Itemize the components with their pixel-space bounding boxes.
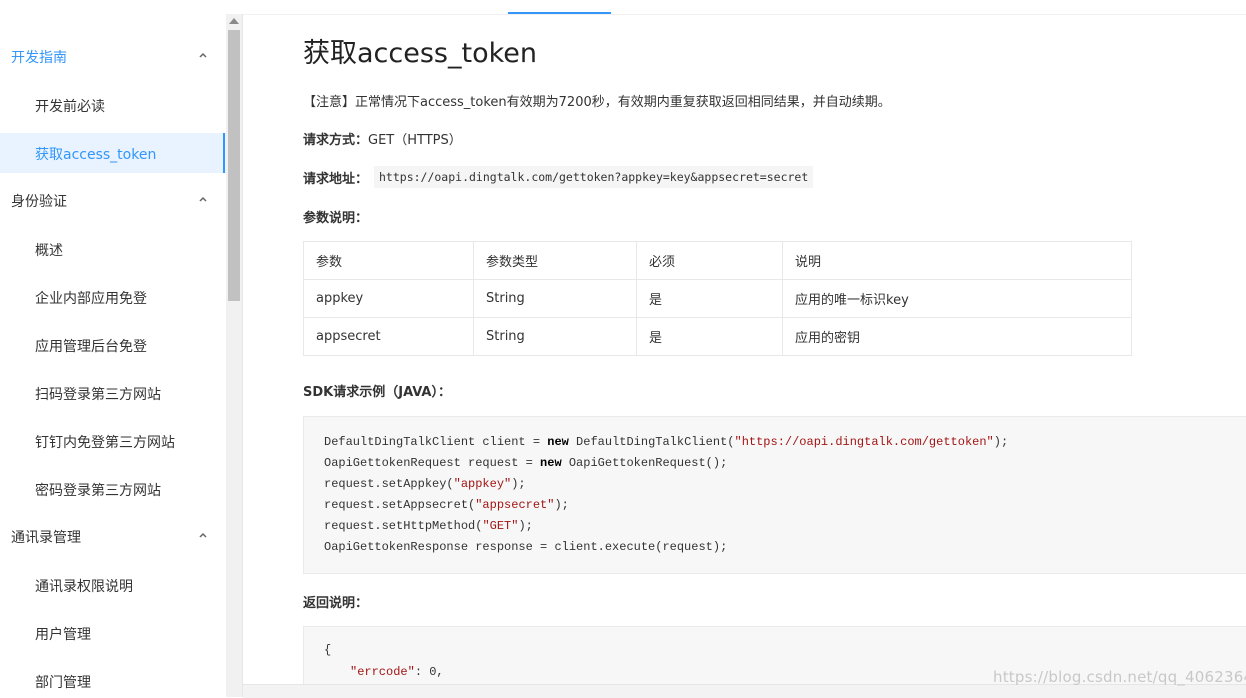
chevron-up-icon[interactable] [197, 193, 209, 205]
top-bar [0, 0, 1246, 15]
sidebar-item-label: 获取access_token [35, 147, 157, 163]
table-cell: 应用的唯一标识key [782, 279, 1132, 318]
sidebar-item-overview[interactable]: 概述 [0, 229, 226, 269]
horizontal-scrollbar[interactable] [243, 684, 1246, 698]
table-header-cell: 必须 [636, 241, 783, 280]
sidebar-item-get-access-token[interactable]: 获取access_token [0, 133, 226, 173]
sidebar-item-dingtalk-login[interactable]: 钉钉内免登第三方网站 [0, 421, 226, 461]
sidebar-group-auth[interactable]: 身份验证 [0, 177, 226, 225]
request-method-value: GET（HTTPS） [368, 133, 462, 148]
sidebar-group-contacts[interactable]: 通讯录管理 [0, 513, 226, 561]
params-label: 参数说明： [303, 211, 369, 226]
table-cell: String [473, 317, 637, 356]
params-heading: 参数说明： [303, 207, 368, 226]
table-header-cell: 说明 [782, 241, 1132, 280]
sidebar-item-label: 用户管理 [35, 627, 91, 643]
sidebar-item-label: 扫码登录第三方网站 [35, 387, 161, 403]
sidebar-group-label: 开发指南 [11, 50, 67, 66]
request-method-row: 请求方式：GET（HTTPS） [303, 129, 462, 148]
request-url-code: https://oapi.dingtalk.com/gettoken?appke… [374, 166, 814, 188]
code-line: { [324, 643, 332, 657]
chevron-up-icon[interactable] [197, 529, 209, 541]
scrollbar-thumb[interactable] [228, 30, 240, 301]
table-cell: appkey [303, 279, 474, 318]
sidebar-scrollbar[interactable] [226, 14, 243, 697]
token-expiry-note: 【注意】正常情况下access_token有效期为7200秒，有效期内重复获取返… [303, 95, 891, 110]
code-line: request.setAppkey("appkey"); [324, 477, 526, 491]
code-line: OapiGettokenRequest request = new OapiGe… [324, 456, 728, 470]
table-cell: 是 [636, 279, 783, 318]
code-line: request.setAppsecret("appsecret"); [324, 498, 569, 512]
sidebar-item-label: 密码登录第三方网站 [35, 483, 161, 499]
table-cell: 应用的密钥 [782, 317, 1132, 356]
sidebar-item-user-management[interactable]: 用户管理 [0, 613, 226, 653]
sidebar-item-department-management[interactable]: 部门管理 [0, 661, 226, 697]
table-header-cell: 参数类型 [473, 241, 637, 280]
sidebar-item-before-dev[interactable]: 开发前必读 [0, 85, 226, 125]
page-title: 获取access_token [303, 38, 537, 69]
return-heading: 返回说明： [303, 592, 368, 611]
sidebar-item-label: 通讯录权限说明 [35, 579, 133, 595]
sdk-example-heading: SDK请求示例（JAVA）： [303, 381, 451, 400]
sidebar-item-qr-login[interactable]: 扫码登录第三方网站 [0, 373, 226, 413]
watermark-text: https://blog.csdn.net/qq_40623646 [993, 668, 1246, 686]
sidebar-item-password-login[interactable]: 密码登录第三方网站 [0, 469, 226, 509]
code-line: request.setHttpMethod("GET"); [324, 519, 533, 533]
sidebar-item-admin-login[interactable]: 应用管理后台免登 [0, 325, 226, 365]
request-url-row: 请求地址： [303, 168, 368, 187]
table-row: appkey String 是 应用的唯一标识key [303, 279, 1132, 318]
sidebar-group-label: 身份验证 [11, 194, 67, 210]
code-line: "errcode": 0, [350, 665, 444, 679]
table-header-cell: 参数 [303, 241, 474, 280]
table-cell: appsecret [303, 317, 474, 356]
scroll-up-arrow-icon[interactable] [229, 18, 239, 24]
return-label: 返回说明： [303, 596, 369, 611]
sidebar-nav: 开发指南 开发前必读 获取access_token 身份验证 概述 企业内部应用… [0, 14, 226, 697]
params-table: 参数 参数类型 必须 说明 appkey String 是 应用的唯一标识key… [303, 241, 1132, 356]
code-line: DefaultDingTalkClient client = new Defau… [324, 435, 1009, 449]
sidebar-item-contact-permissions[interactable]: 通讯录权限说明 [0, 565, 226, 605]
main-content: 获取access_token 【注意】正常情况下access_token有效期为… [243, 14, 1246, 697]
sidebar-group-dev-guide[interactable]: 开发指南 [0, 33, 226, 81]
sdk-example-label: SDK请求示例（JAVA）： [303, 385, 451, 400]
sdk-code-block: DefaultDingTalkClient client = new Defau… [303, 416, 1246, 574]
sidebar-item-label: 开发前必读 [35, 99, 105, 115]
table-header-row: 参数 参数类型 必须 说明 [303, 241, 1132, 280]
sidebar-item-label: 部门管理 [35, 675, 91, 691]
code-line: OapiGettokenResponse response = client.e… [324, 540, 728, 554]
sidebar-item-label: 钉钉内免登第三方网站 [35, 435, 175, 451]
chevron-up-icon[interactable] [197, 49, 209, 61]
sidebar-item-label: 企业内部应用免登 [35, 291, 147, 307]
sidebar-item-label: 概述 [35, 243, 63, 259]
request-method-label: 请求方式： [303, 133, 369, 148]
sidebar-item-internal-app-login[interactable]: 企业内部应用免登 [0, 277, 226, 317]
table-cell: String [473, 279, 637, 318]
request-url-label: 请求地址： [303, 172, 369, 187]
table-cell: 是 [636, 317, 783, 356]
table-row: appsecret String 是 应用的密钥 [303, 317, 1132, 356]
sidebar-group-label: 通讯录管理 [11, 530, 81, 546]
sidebar-item-label: 应用管理后台免登 [35, 339, 147, 355]
